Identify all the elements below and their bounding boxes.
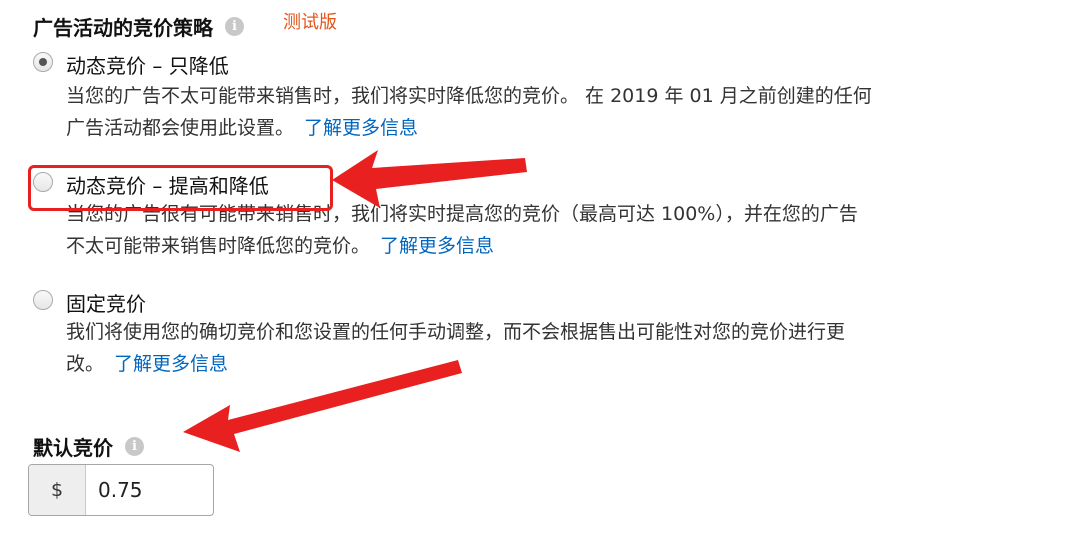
default-bid-input[interactable]: $ 0.75 (28, 464, 214, 516)
annotation-arrows (183, 150, 527, 452)
default-bid-title-text: 默认竞价 (33, 436, 113, 460)
info-icon[interactable]: i (125, 437, 144, 456)
arrow-to-option-2 (332, 150, 527, 208)
arrow-to-default-bid (183, 360, 462, 452)
bid-value-field[interactable]: 0.75 (86, 465, 213, 515)
currency-prefix: $ (29, 465, 86, 515)
default-bid-title: 默认竞价 i (33, 432, 144, 461)
